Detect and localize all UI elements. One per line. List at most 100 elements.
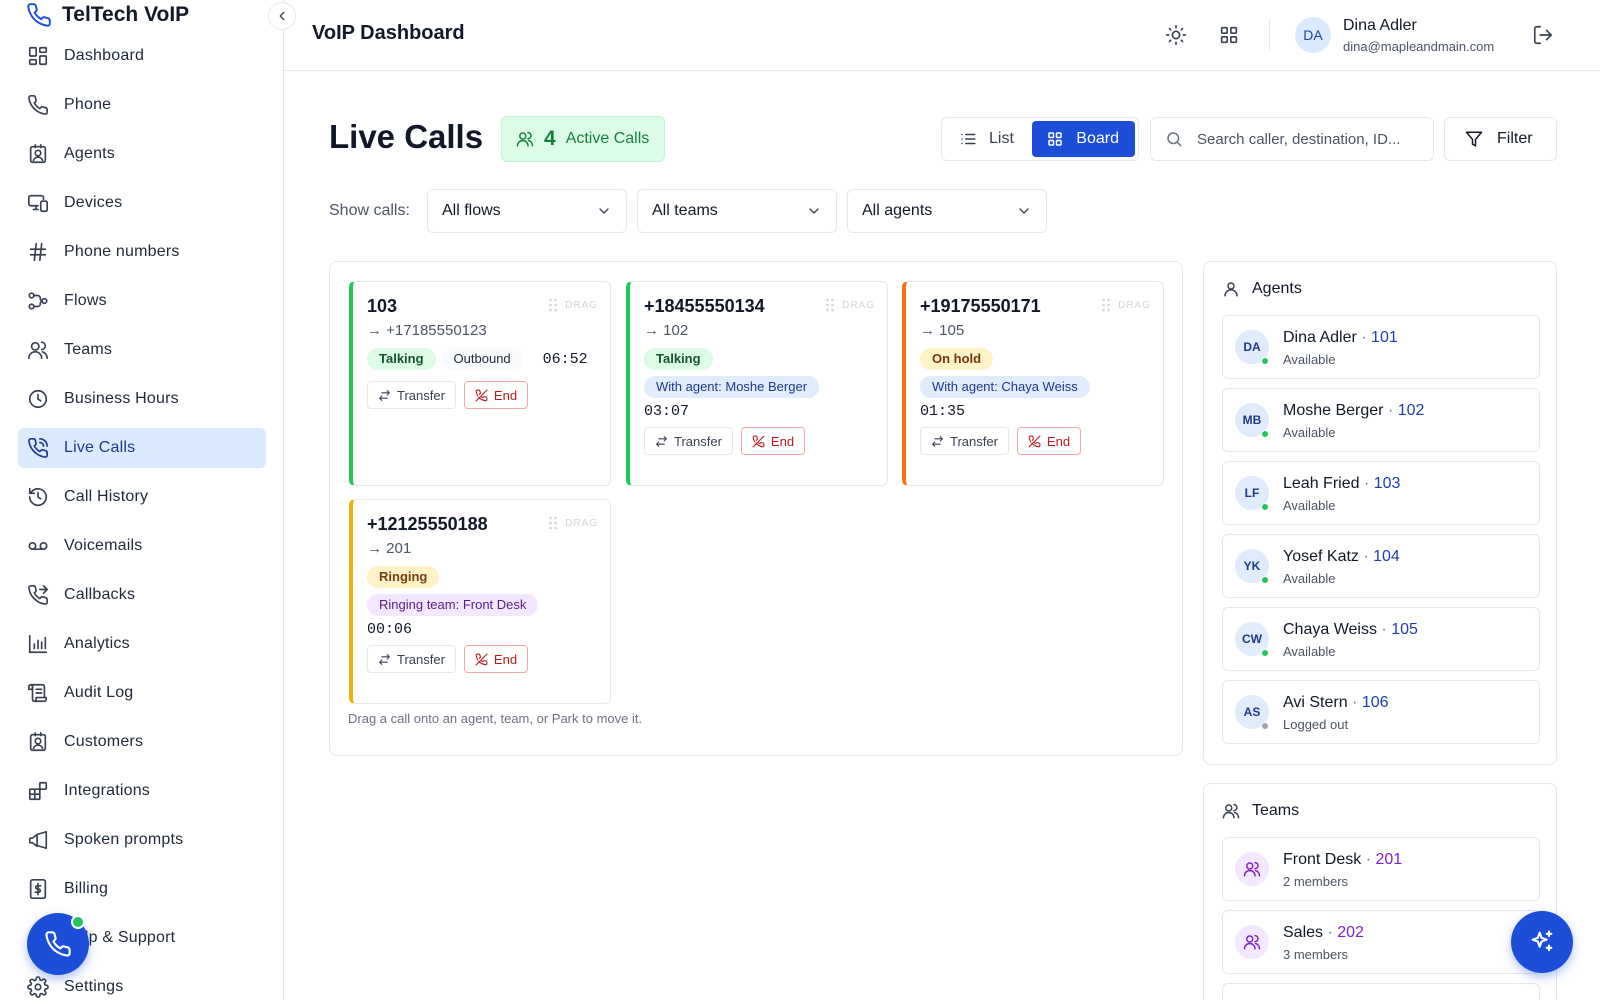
end-call-button[interactable]: End — [1016, 427, 1082, 455]
drag-label: DRAG — [565, 517, 598, 529]
sidebar-item-callbacks[interactable]: Callbacks — [18, 575, 266, 615]
sidebar-item-business-hours[interactable]: Business Hours — [18, 379, 266, 419]
transfer-button[interactable]: Transfer — [367, 645, 456, 673]
ai-assistant-button[interactable] — [1511, 911, 1573, 973]
teams-select[interactable]: All teams — [637, 189, 837, 233]
sidebar-item-devices[interactable]: Devices — [18, 183, 266, 223]
call-status-row: On hold — [920, 348, 1163, 370]
list-view-button[interactable]: List — [945, 121, 1032, 157]
transfer-label: Transfer — [950, 433, 998, 449]
transfer-button[interactable]: Transfer — [920, 427, 1009, 455]
agents-select[interactable]: All agents — [847, 189, 1047, 233]
sidebar-item-live-calls[interactable]: Live Calls — [18, 428, 266, 468]
sidebar-item-dashboard[interactable]: Dashboard — [18, 36, 266, 76]
agent-extension: 104 — [1373, 548, 1400, 565]
chevron-left-icon — [275, 9, 289, 23]
hash-icon — [27, 241, 49, 263]
call-card[interactable]: +18455550134 → 102 DRAG Talking With age… — [626, 281, 888, 486]
apps-grid-icon[interactable] — [1218, 24, 1240, 46]
brand[interactable]: TelTech VoIP — [26, 0, 189, 30]
agents-panel: Agents DA Dina Adler · 101 Available MB … — [1203, 261, 1557, 765]
sidebar-item-flows[interactable]: Flows — [18, 281, 266, 321]
status-badge: Ringing — [367, 566, 440, 588]
filter-button[interactable]: Filter — [1444, 117, 1557, 161]
transfer-button[interactable]: Transfer — [644, 427, 733, 455]
sidebar-item-agents[interactable]: Agents — [18, 134, 266, 174]
contact-icon — [27, 731, 49, 753]
agent-card[interactable]: MB Moshe Berger · 102 Available — [1222, 388, 1540, 452]
end-call-button[interactable]: End — [463, 381, 529, 409]
sidebar-item-spoken-prompts[interactable]: Spoken prompts — [18, 820, 266, 860]
sidebar-item-phone-numbers[interactable]: Phone numbers — [18, 232, 266, 272]
call-card[interactable]: 103 → +17185550123 DRAG Talking Outbound… — [349, 281, 611, 486]
team-members: 2 members — [1283, 874, 1349, 889]
agent-card[interactable]: AS Avi Stern · 106 Logged out — [1222, 680, 1540, 744]
page-title: VoIP Dashboard — [312, 22, 465, 44]
agent-card[interactable]: CW Chaya Weiss · 105 Available — [1222, 607, 1540, 671]
sidebar-item-label: Flows — [64, 292, 107, 309]
target-badge: With agent: Chaya Weiss — [920, 376, 1090, 398]
transfer-label: Transfer — [397, 651, 445, 667]
call-target-row: With agent: Chaya Weiss — [920, 376, 1163, 398]
sidebar-item-label: Integrations — [64, 782, 151, 799]
chevron-down-icon — [596, 203, 612, 219]
separator: · — [1359, 475, 1374, 492]
sidebar-item-call-history[interactable]: Call History — [18, 477, 266, 517]
agent-status: Available — [1283, 425, 1336, 440]
presence-dot — [1261, 503, 1269, 511]
sidebar-item-teams[interactable]: Teams — [18, 330, 266, 370]
sidebar-item-customers[interactable]: Customers — [18, 722, 266, 762]
flows-select[interactable]: All flows — [427, 189, 627, 233]
drag-handle[interactable]: DRAG — [547, 298, 598, 312]
end-call-button[interactable]: End — [463, 645, 529, 673]
sidebar-item-analytics[interactable]: Analytics — [18, 624, 266, 664]
separator: · — [1358, 548, 1374, 565]
call-actions: Transfer End — [367, 381, 610, 409]
team-extension: 202 — [1337, 924, 1364, 941]
end-call-button[interactable]: End — [740, 427, 806, 455]
sidebar-item-audit-log[interactable]: Audit Log — [18, 673, 266, 713]
agent-name: Leah Fried — [1283, 475, 1360, 492]
drag-handle[interactable]: DRAG — [1100, 298, 1151, 312]
agent-card[interactable]: YK Yosef Katz · 104 Available — [1222, 534, 1540, 598]
user-icon — [1222, 280, 1240, 298]
top-header: VoIP Dashboard DA Dina Adler dina@maplea… — [285, 0, 1600, 71]
sidebar-item-voicemails[interactable]: Voicemails — [18, 526, 266, 566]
team-card[interactable] — [1222, 983, 1540, 1000]
devices-icon — [27, 192, 49, 214]
search-input[interactable] — [1197, 130, 1421, 148]
call-timer: 00:06 — [367, 621, 413, 638]
sidebar-item-integrations[interactable]: Integrations — [18, 771, 266, 811]
flow-icon — [27, 290, 49, 312]
call-status-row: Ringing — [367, 566, 610, 588]
board-view-button[interactable]: Board — [1032, 121, 1135, 157]
status-badge: On hold — [920, 348, 994, 370]
softphone-button[interactable] — [27, 913, 89, 975]
drag-handle[interactable]: DRAG — [824, 298, 875, 312]
sidebar-item-label: Analytics — [64, 635, 130, 652]
call-card[interactable]: +12125550188 → 201 DRAG Ringing Ringing … — [349, 499, 611, 704]
transfer-icon — [655, 435, 668, 448]
sidebar-item-phone[interactable]: Phone — [18, 85, 266, 125]
agent-card[interactable]: DA Dina Adler · 101 Available — [1222, 315, 1540, 379]
team-card[interactable]: Front Desk · 201 2 members — [1222, 837, 1540, 901]
drag-handle[interactable]: DRAG — [547, 516, 598, 530]
separator: · — [1376, 621, 1392, 638]
agent-name: Chaya Weiss — [1283, 621, 1377, 638]
team-card[interactable]: Sales · 202 3 members — [1222, 910, 1540, 974]
avatar[interactable]: DA — [1295, 17, 1331, 53]
sidebar-item-billing[interactable]: Billing — [18, 869, 266, 909]
agent-card[interactable]: LF Leah Fried · 103 Available — [1222, 461, 1540, 525]
transfer-button[interactable]: Transfer — [367, 381, 456, 409]
transfer-label: Transfer — [397, 387, 445, 403]
call-card[interactable]: +19175550171 → 105 DRAG On hold With age… — [902, 281, 1164, 486]
call-destination: → +17185550123 — [367, 322, 487, 339]
call-actions: Transfer End — [920, 427, 1163, 455]
users-icon — [516, 130, 534, 148]
agent-name-line: Chaya Weiss · 105 — [1283, 621, 1418, 639]
theme-toggle-icon[interactable] — [1165, 24, 1187, 46]
collapse-sidebar-button[interactable] — [268, 2, 296, 30]
team-name-line: Sales · 202 — [1283, 924, 1364, 942]
logout-icon[interactable] — [1532, 24, 1554, 46]
online-status-dot — [71, 915, 85, 929]
